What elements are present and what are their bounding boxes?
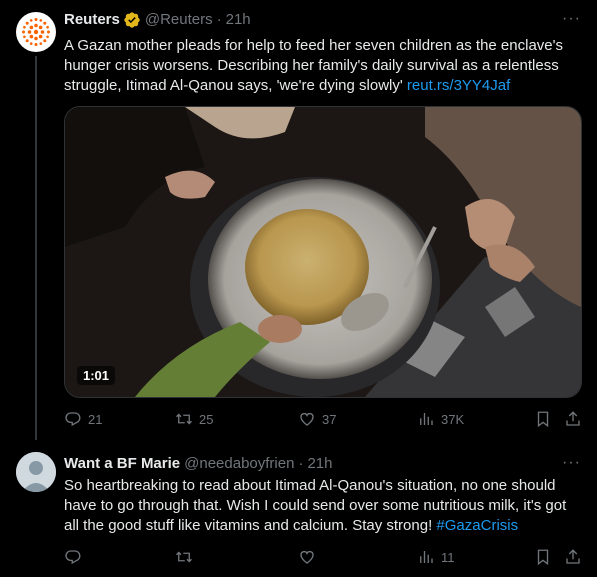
- tweet-link[interactable]: reut.rs/3YY4Jaf: [407, 77, 510, 94]
- like-icon: [300, 412, 314, 426]
- reply-button[interactable]: 21: [64, 410, 102, 428]
- retweet-icon: [176, 551, 192, 563]
- share-button[interactable]: [564, 410, 582, 428]
- reply-text: So heartbreaking to read about Itimad Al…: [64, 476, 584, 536]
- bookmark-icon: [537, 549, 549, 566]
- tweet-text: A Gazan mother pleads for help to feed h…: [64, 36, 584, 96]
- reply-views-button[interactable]: 11: [417, 548, 455, 566]
- hashtag-link[interactable]: #GazaCrisis: [436, 517, 518, 534]
- reply-author-handle[interactable]: @needaboyfrien: [184, 454, 294, 474]
- default-avatar-icon: [16, 452, 56, 492]
- reply-header: Want a BF Marie @needaboyfrien · 21h: [64, 454, 332, 474]
- author-handle[interactable]: @Reuters: [145, 10, 213, 30]
- like-icon: [300, 550, 314, 564]
- separator-dot: ·: [298, 455, 304, 472]
- reply-time[interactable]: 21h: [307, 454, 332, 474]
- tweet-reply[interactable]: Want a BF Marie @needaboyfrien · 21h ···…: [0, 440, 597, 577]
- retweet-count: 25: [199, 411, 214, 427]
- like-count: 37: [322, 411, 337, 427]
- tweet-reuters[interactable]: Reuters @Reuters · 21h ··· A Gazan mothe…: [0, 0, 597, 440]
- reply-author-name[interactable]: Want a BF Marie: [64, 454, 180, 474]
- more-options-button[interactable]: ···: [562, 10, 581, 28]
- share-icon: [566, 549, 580, 564]
- video-thumbnail: [65, 107, 581, 397]
- tweet-time[interactable]: 21h: [226, 10, 251, 30]
- reply-icon: [65, 550, 81, 565]
- reuters-logo-icon: [22, 18, 50, 46]
- video-player[interactable]: 1:01: [64, 106, 582, 398]
- reply-share-button[interactable]: [564, 548, 582, 566]
- like-button[interactable]: 37: [298, 410, 336, 428]
- bookmark-button[interactable]: [534, 410, 552, 428]
- verified-badge-icon: [124, 12, 140, 28]
- tweet-header: Reuters @Reuters · 21h: [64, 10, 251, 30]
- reply-icon: [65, 412, 81, 427]
- reuters-avatar[interactable]: [16, 12, 56, 52]
- reply-retweet-button[interactable]: [175, 548, 199, 566]
- share-icon: [566, 411, 580, 426]
- reply-actions: 11: [64, 548, 584, 568]
- tweet-actions: 21 25 37 37K: [64, 410, 584, 430]
- author-name[interactable]: Reuters: [64, 10, 120, 30]
- retweet-icon: [176, 413, 192, 425]
- views-icon: [420, 551, 433, 563]
- reply-more-options-button[interactable]: ···: [562, 454, 581, 472]
- reply-count: 21: [88, 411, 103, 427]
- views-count: 37K: [441, 411, 465, 427]
- bookmark-icon: [537, 411, 549, 428]
- retweet-button[interactable]: 25: [175, 410, 213, 428]
- views-icon: [420, 413, 433, 425]
- reply-views-count: 11: [441, 549, 455, 565]
- user-avatar[interactable]: [16, 452, 56, 492]
- separator-dot: ·: [216, 11, 222, 28]
- thread-line: [35, 56, 37, 440]
- video-duration: 1:01: [77, 366, 116, 385]
- reply-bookmark-button[interactable]: [534, 548, 552, 566]
- reply-reply-button[interactable]: [64, 548, 88, 566]
- reply-like-button[interactable]: [298, 548, 322, 566]
- views-button[interactable]: 37K: [417, 410, 464, 428]
